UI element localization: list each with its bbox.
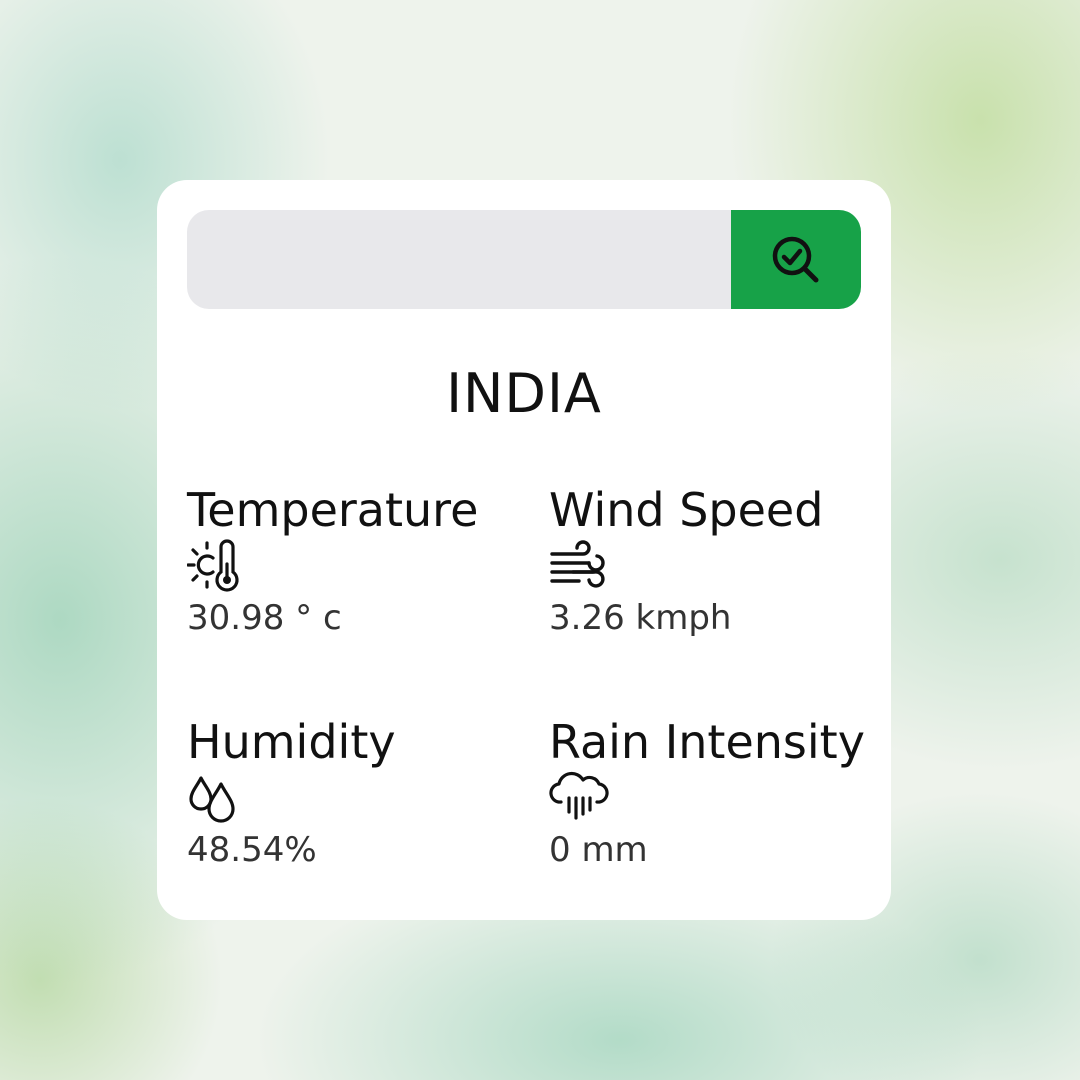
wind-speed-stat: Wind Speed 3.26 kmph [549, 482, 879, 640]
search-check-icon [772, 236, 819, 282]
humidity-label: Humidity [187, 715, 396, 769]
humidity-stat: Humidity 48.54% [187, 714, 517, 872]
rain-intensity-stat: Rain Intensity 0 mm [549, 714, 879, 872]
wind-speed-value: 3.26 kmph [549, 598, 732, 638]
search-button[interactable] [731, 210, 861, 309]
wind-icon [550, 540, 605, 588]
temperature-stat: Temperature 30.98 ° c [187, 482, 517, 640]
temperature-value: 30.98 ° c [187, 598, 342, 638]
weather-card: INDIA Temperature 30.98 ° c Wind Speed 3… [157, 180, 891, 920]
wind-speed-label: Wind Speed [549, 483, 824, 537]
rain-intensity-label: Rain Intensity [549, 715, 865, 769]
sun-thermometer-icon [187, 539, 239, 592]
droplets-icon [189, 776, 235, 823]
search-input[interactable] [187, 210, 731, 309]
cloud-rain-icon [549, 771, 609, 820]
temperature-label: Temperature [187, 483, 479, 537]
rain-intensity-value: 0 mm [549, 830, 648, 870]
search-bar [187, 210, 861, 309]
humidity-value: 48.54% [187, 830, 317, 870]
city-name: INDIA [446, 362, 602, 425]
